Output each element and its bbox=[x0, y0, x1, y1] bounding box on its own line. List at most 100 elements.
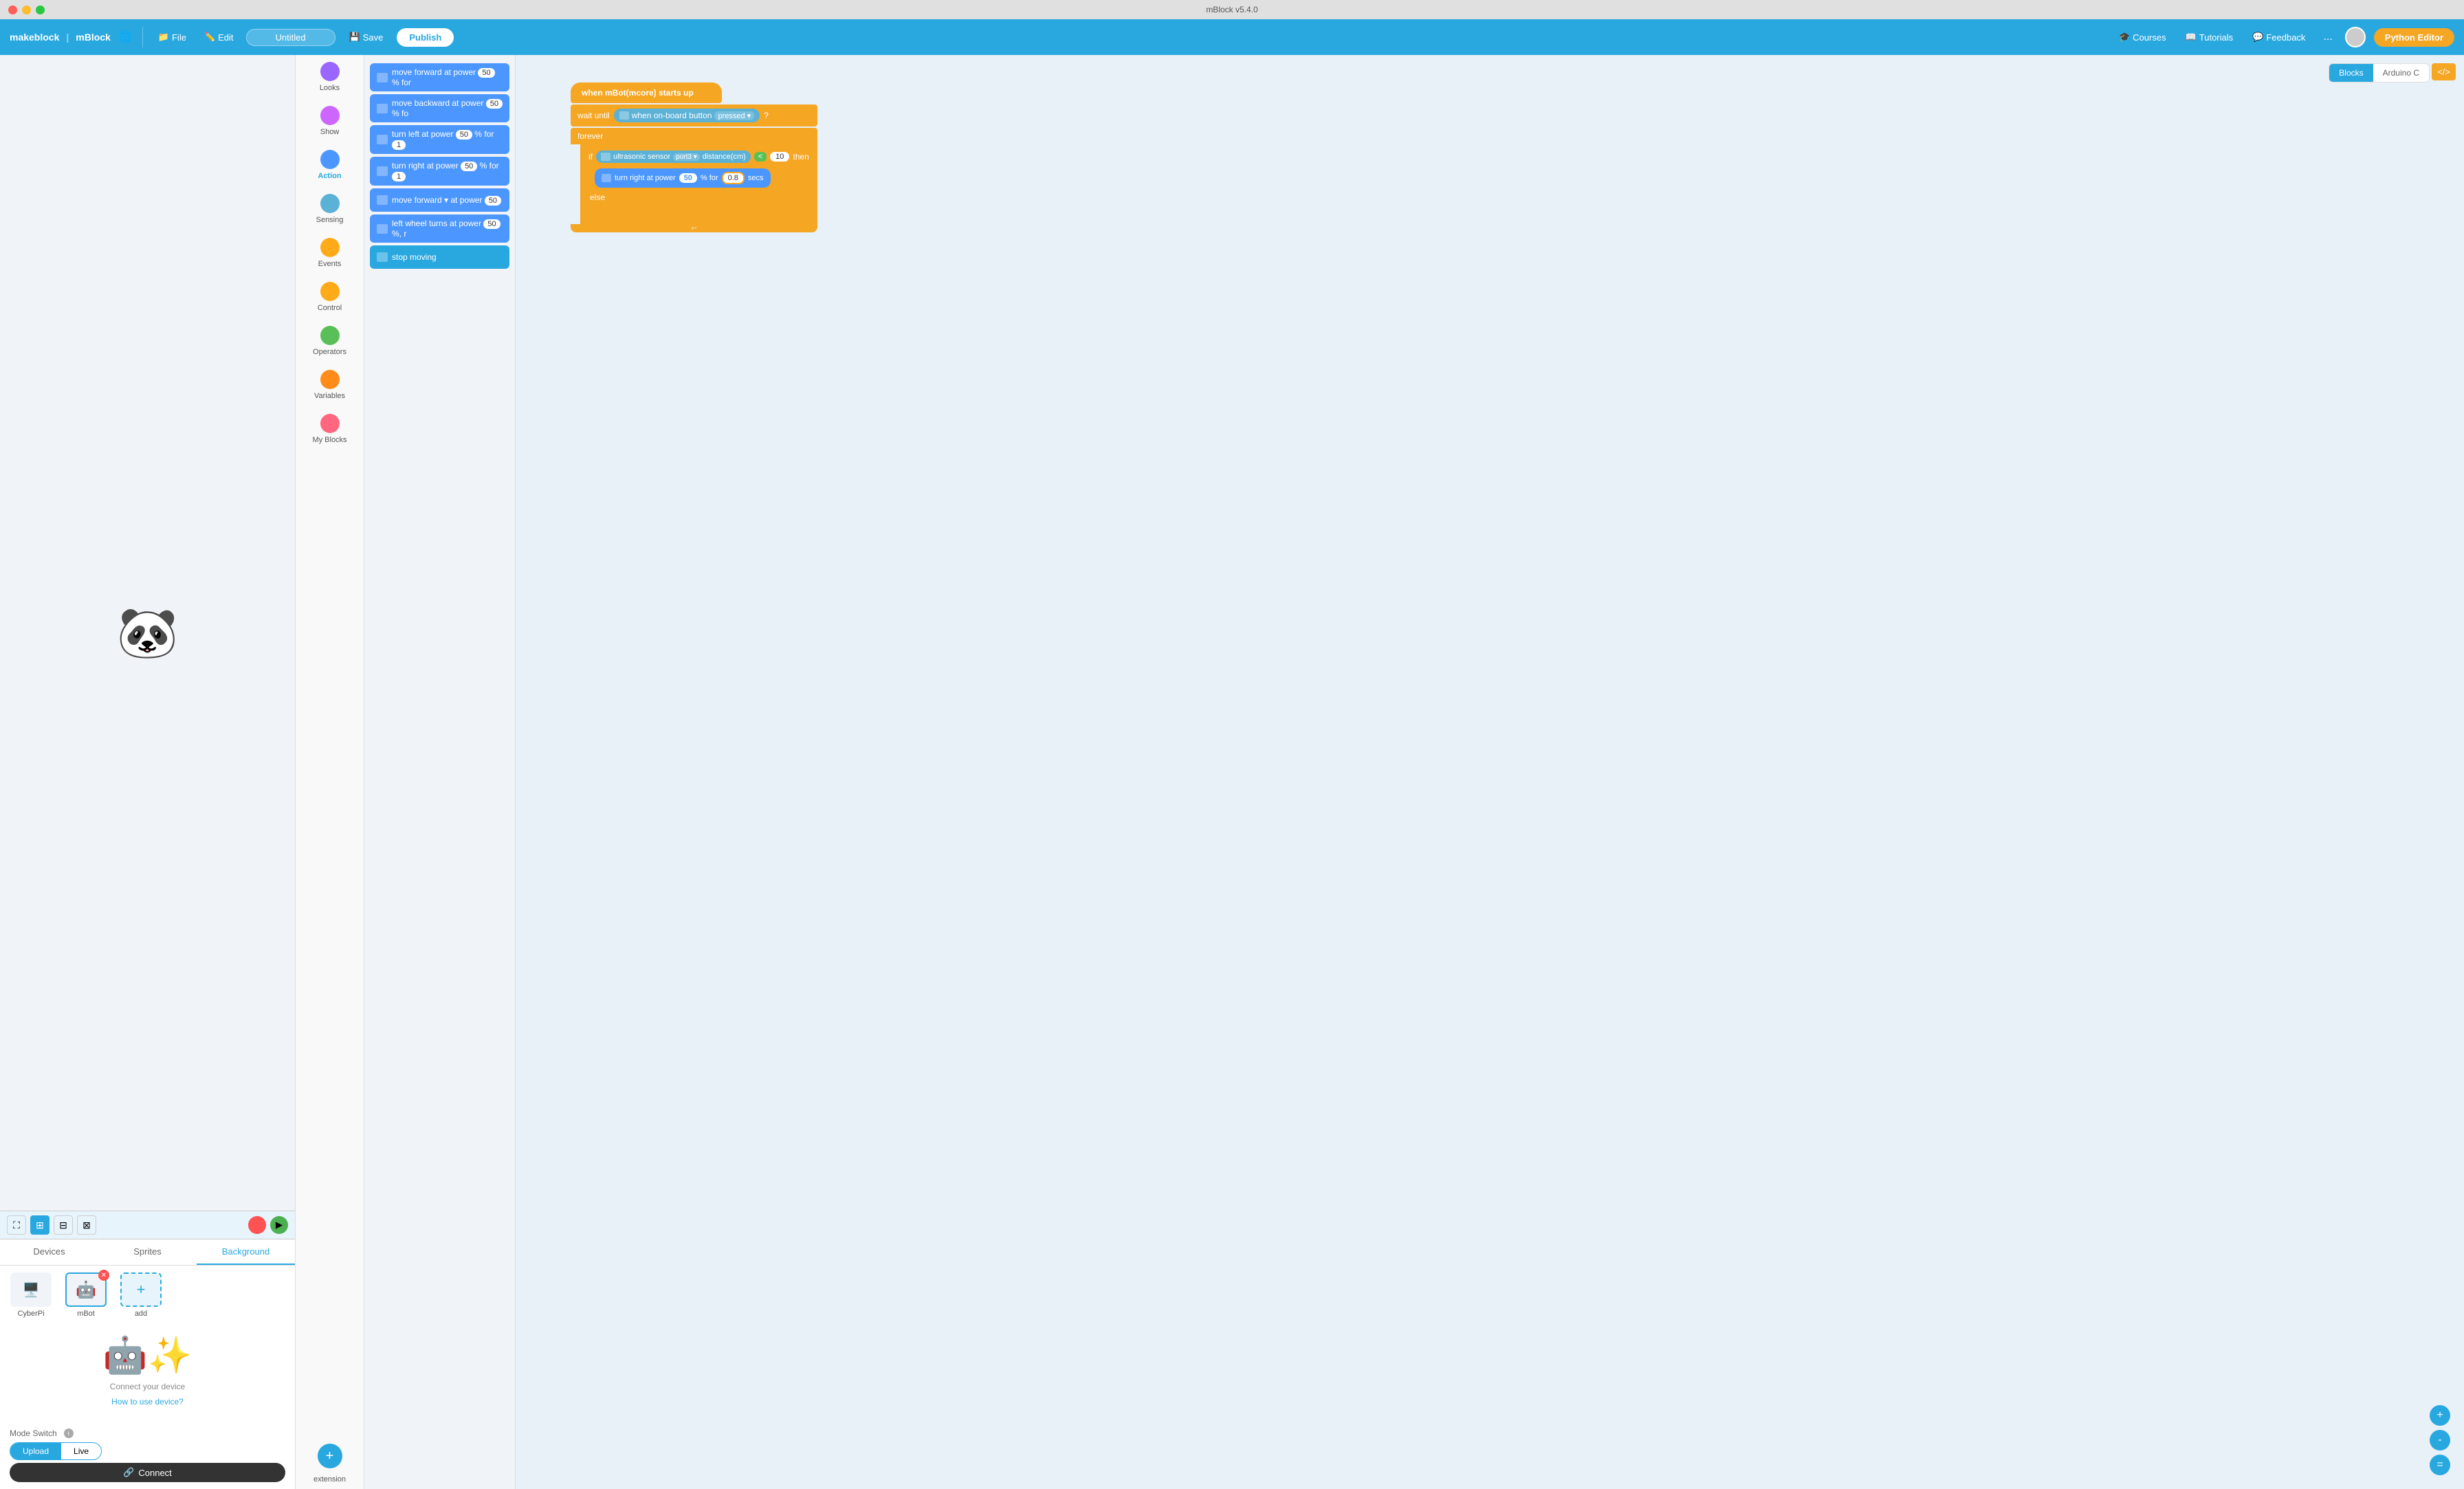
if-block[interactable]: if ultrasonic sensor port3 ▾ distance(cm… bbox=[583, 147, 815, 166]
python-editor-button[interactable]: Python Editor bbox=[2374, 28, 2454, 47]
go-button[interactable]: ▶ bbox=[270, 1216, 288, 1234]
category-action[interactable]: Action bbox=[296, 143, 364, 187]
zoom-in-button[interactable]: + bbox=[2430, 1405, 2450, 1426]
category-control[interactable]: Control bbox=[296, 275, 364, 319]
panel-tabs: Devices Sprites Background bbox=[0, 1239, 295, 1266]
turn-right-block[interactable]: turn right at power 50 % for 0.8 secs bbox=[595, 168, 771, 188]
title-bar: mBlock v5.4.0 bbox=[0, 0, 2464, 19]
project-title-input[interactable] bbox=[246, 29, 336, 46]
then-body: turn right at power 50 % for 0.8 secs bbox=[593, 166, 815, 190]
mode-switch-btns: Upload Live bbox=[10, 1442, 102, 1460]
block-move-backward[interactable]: move backward at power 50 % fo bbox=[370, 94, 509, 122]
code-view-tabs: Blocks Arduino C bbox=[2329, 63, 2430, 82]
less-than-sign: < bbox=[754, 152, 767, 162]
distance-label: distance(cm) bbox=[703, 153, 746, 161]
more-button[interactable]: ... bbox=[2319, 28, 2336, 46]
toolbar-divider-1 bbox=[142, 27, 143, 47]
tab-blocks[interactable]: Blocks bbox=[2329, 64, 2373, 82]
edit-icon: ✏️ bbox=[204, 32, 215, 43]
category-show[interactable]: Show bbox=[296, 99, 364, 143]
looks-label: Looks bbox=[320, 84, 340, 92]
block-move-forward-power[interactable]: move forward ▾ at power 50 bbox=[370, 188, 509, 212]
time-value: 0.8 bbox=[722, 172, 745, 184]
save-icon: 💾 bbox=[349, 32, 360, 43]
extension-label: extension bbox=[314, 1475, 346, 1484]
category-events[interactable]: Events bbox=[296, 231, 364, 275]
zoom-reset-button[interactable]: = bbox=[2430, 1455, 2450, 1475]
sprite-item-mbot: ✕ 🤖 mBot bbox=[62, 1272, 110, 1318]
block-icon-3 bbox=[377, 135, 388, 144]
zoom-controls: + - = bbox=[2430, 1405, 2450, 1475]
variables-label: Variables bbox=[314, 392, 345, 400]
edit-menu-button[interactable]: ✏️ Edit bbox=[199, 29, 239, 45]
category-operators[interactable]: Operators bbox=[296, 319, 364, 363]
hat-block[interactable]: when mBot(mcore) starts up bbox=[571, 82, 722, 103]
tab-arduino-c[interactable]: Arduino C bbox=[2373, 64, 2429, 82]
hat-label: when mBot(mcore) starts up bbox=[582, 88, 694, 98]
tab-background[interactable]: Background bbox=[197, 1239, 295, 1265]
how-to-link[interactable]: How to use device? bbox=[111, 1397, 184, 1407]
mbot-thumb[interactable]: ✕ 🤖 bbox=[65, 1272, 107, 1307]
show-dot bbox=[320, 106, 340, 125]
maximize-button[interactable] bbox=[36, 5, 45, 14]
main-block-group: when mBot(mcore) starts up wait until wh… bbox=[571, 82, 817, 232]
block-left-wheel[interactable]: left wheel turns at power 50 %, r bbox=[370, 214, 509, 243]
extension-button[interactable]: + bbox=[318, 1444, 342, 1468]
sprite-item-add: + add bbox=[117, 1272, 165, 1318]
secs-label: secs bbox=[748, 174, 764, 182]
category-variables[interactable]: Variables bbox=[296, 363, 364, 407]
category-sensing[interactable]: Sensing bbox=[296, 187, 364, 231]
show-label: Show bbox=[320, 128, 340, 136]
scratch-workspace: when mBot(mcore) starts up wait until wh… bbox=[516, 55, 2464, 1489]
sensor-icon bbox=[619, 111, 629, 120]
connect-label: Connect your device bbox=[110, 1382, 185, 1391]
close-button[interactable] bbox=[8, 5, 17, 14]
grid-view-3-button[interactable]: ⊟ bbox=[54, 1215, 73, 1235]
save-button[interactable]: 💾 Save bbox=[342, 29, 390, 45]
block-stop-moving[interactable]: stop moving bbox=[370, 245, 509, 269]
cyberpi-thumb[interactable]: 🖥️ bbox=[10, 1272, 52, 1307]
connect-button[interactable]: 🔗 Connect bbox=[10, 1463, 285, 1482]
myblocks-dot bbox=[320, 414, 340, 433]
stop-button[interactable] bbox=[248, 1216, 266, 1234]
category-looks[interactable]: Looks bbox=[296, 55, 364, 99]
upload-mode-button[interactable]: Upload bbox=[10, 1443, 61, 1459]
else-label: else bbox=[590, 192, 605, 202]
live-mode-button[interactable]: Live bbox=[61, 1443, 101, 1459]
zoom-out-button[interactable]: - bbox=[2430, 1430, 2450, 1451]
file-menu-button[interactable]: 📁 File bbox=[153, 29, 192, 45]
tab-sprites[interactable]: Sprites bbox=[98, 1239, 197, 1265]
add-sprite-button[interactable]: + bbox=[120, 1272, 162, 1307]
publish-button[interactable]: Publish bbox=[397, 28, 454, 47]
stage-panel: 🐼 ⛶ ⊞ ⊟ ⊠ ▶ Devices Sprites Background 🖥… bbox=[0, 55, 296, 1489]
user-avatar[interactable] bbox=[2345, 27, 2366, 47]
tab-devices[interactable]: Devices bbox=[0, 1239, 98, 1265]
forever-label: forever bbox=[578, 131, 603, 141]
question-label: ? bbox=[764, 111, 769, 120]
expand-code-button[interactable]: </> bbox=[2432, 63, 2456, 80]
grid-view-2-button[interactable]: ⊞ bbox=[30, 1215, 50, 1235]
block-move-forward[interactable]: move forward at power 50 % for bbox=[370, 63, 509, 91]
if-label: if bbox=[588, 152, 593, 162]
forever-body: if ultrasonic sensor port3 ▾ distance(cm… bbox=[580, 144, 817, 224]
window-controls[interactable] bbox=[8, 5, 45, 14]
grid-view-4-button[interactable]: ⊠ bbox=[77, 1215, 96, 1235]
minimize-button[interactable] bbox=[22, 5, 31, 14]
when-onboard-label: when on-board button bbox=[632, 111, 712, 120]
delete-mbot-button[interactable]: ✕ bbox=[98, 1270, 109, 1281]
logo-text: makeblock bbox=[10, 32, 59, 43]
ultrasonic-sensor-pill: ultrasonic sensor port3 ▾ distance(cm) bbox=[596, 151, 751, 163]
tutorials-button[interactable]: 📖 Tutorials bbox=[2180, 29, 2239, 45]
main-container: 🐼 ⛶ ⊞ ⊟ ⊠ ▶ Devices Sprites Background 🖥… bbox=[0, 55, 2464, 1489]
courses-button[interactable]: 🎓 Courses bbox=[2113, 29, 2172, 45]
block-turn-left[interactable]: turn left at power 50 % for 1 bbox=[370, 125, 509, 154]
wait-until-block[interactable]: wait until when on-board button pressed … bbox=[571, 104, 817, 126]
events-dot bbox=[320, 238, 340, 257]
fullscreen-button[interactable]: ⛶ bbox=[7, 1215, 26, 1235]
distance-value: 10 bbox=[770, 152, 789, 162]
block-turn-right[interactable]: turn right at power 50 % for 1 bbox=[370, 157, 509, 186]
link-icon: 🔗 bbox=[123, 1467, 134, 1478]
feedback-button[interactable]: 💬 Feedback bbox=[2247, 29, 2311, 45]
category-myblocks[interactable]: My Blocks bbox=[296, 407, 364, 451]
brand-name: mBlock bbox=[76, 32, 111, 43]
